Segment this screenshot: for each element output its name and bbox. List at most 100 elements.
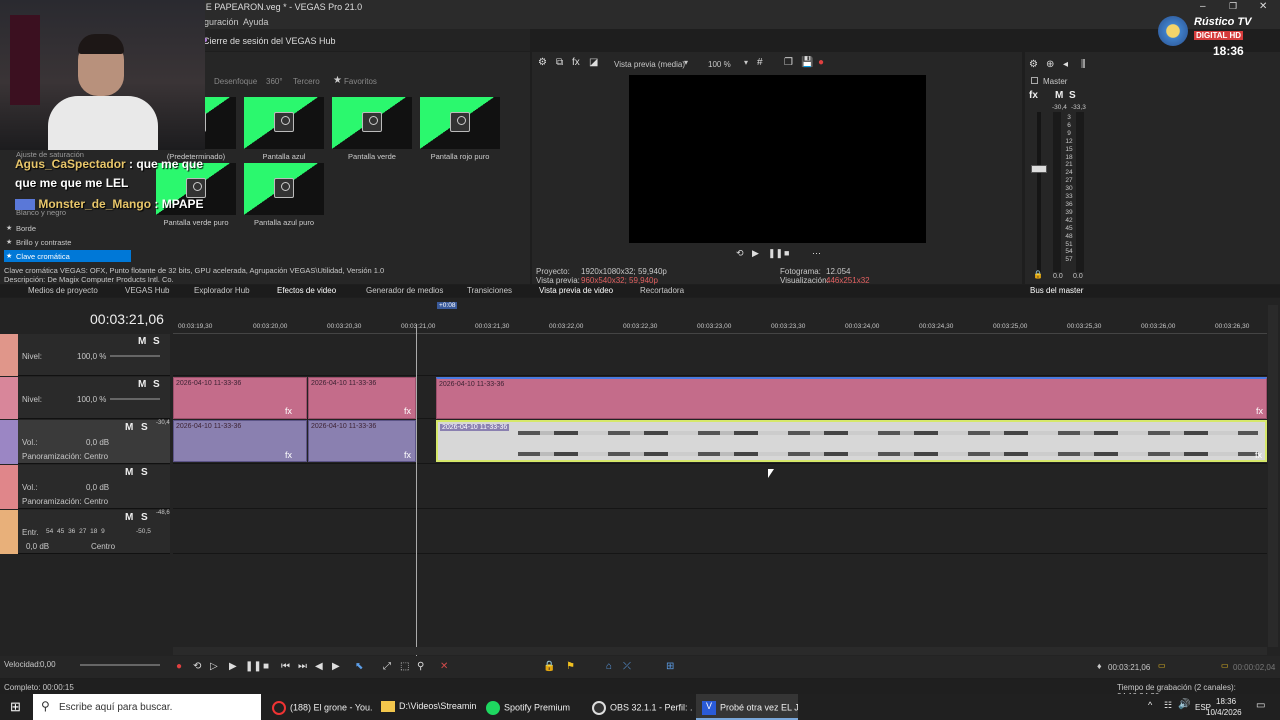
save-snapshot-icon[interactable]: 💾 (801, 57, 813, 68)
tab-explorador-hub[interactable]: Explorador Hub (194, 286, 250, 295)
taskbar-app-obs[interactable]: OBS 32.1.1 - Perfil: ... (586, 694, 692, 720)
next-frame-button[interactable]: ▶ (332, 661, 340, 672)
more-icon[interactable]: ⋯ (812, 248, 821, 259)
audio-clip-selected[interactable]: 2026-04-10 11-33-36 fx (436, 420, 1267, 462)
mute-button[interactable]: M (138, 379, 146, 390)
play-icon[interactable]: ▶ (752, 248, 759, 259)
master-fader-knob[interactable] (1031, 165, 1047, 173)
windows-start-icon[interactable]: ⊞ (10, 699, 21, 715)
tab-recortadora[interactable]: Recortadora (640, 286, 684, 295)
taskbar-date[interactable]: 10/4/2026 (1206, 708, 1242, 717)
tab-transiciones[interactable]: Transiciones (467, 286, 512, 295)
fx-icon[interactable]: fx (1029, 90, 1038, 101)
hub-logout-link[interactable]: Cierre de sesión del VEGAS Hub (203, 36, 336, 46)
fx-chain-icon[interactable]: ⊕ (1046, 59, 1054, 70)
ripple-icon[interactable]: ⊞ (666, 661, 674, 672)
solo-button[interactable]: S (153, 336, 160, 347)
play-from-start-button[interactable]: ▷ (210, 661, 218, 672)
properties-gear-icon[interactable]: ⚙ (538, 57, 547, 68)
go-start-button[interactable]: ⏮ (281, 661, 290, 672)
preset-pantalla-rojo-puro[interactable] (420, 97, 500, 149)
taskbar-app-explorer[interactable]: D:\Videos\Streamin... (375, 694, 477, 720)
solo-button[interactable]: S (153, 379, 160, 390)
mixer-icon[interactable]: ⫼ (1081, 59, 1086, 70)
taskbar-app-vegas[interactable]: V Probé otra vez EL J... (696, 694, 798, 720)
list-item[interactable]: Borde (16, 224, 36, 233)
video-clip-selected[interactable]: 2026-04-10 11-33-36 fx (436, 377, 1267, 419)
fx-icon[interactable]: fx (404, 450, 411, 460)
preset-pantalla-verde[interactable] (332, 97, 412, 149)
external-monitor-icon[interactable]: ⧉ (556, 57, 563, 68)
auto-crossfade-icon[interactable]: ⤫ (623, 661, 631, 672)
taskbar-app-opera[interactable]: (188) El grone - You... (266, 694, 372, 720)
tab-efectos-video[interactable]: Efectos de video (277, 286, 336, 295)
go-end-button[interactable]: ⏭ (298, 661, 307, 672)
tab-bus-master[interactable]: Bus del master (1030, 286, 1083, 295)
fx-icon[interactable]: fx (404, 406, 411, 416)
fx-icon[interactable]: fx (285, 406, 292, 416)
selection-tool-icon[interactable]: ⬚ (400, 661, 409, 672)
track-header-audio-1[interactable]: M S Vol.: 0,0 dB Panoramización: Centro … (0, 420, 170, 464)
tray-chevron-icon[interactable]: ^ (1148, 700, 1152, 710)
split-screen-icon[interactable]: ◪ (589, 57, 598, 68)
mute-button[interactable]: M (125, 467, 133, 478)
audio-clip[interactable]: 2026-04-10 11-33-36 fx (308, 420, 416, 462)
list-item[interactable]: Brillo y contraste (16, 238, 71, 247)
fx-icon[interactable]: fx (1255, 450, 1262, 460)
grid-icon[interactable]: # (757, 57, 763, 68)
snapping-icon[interactable]: ⌂ (606, 661, 612, 672)
audio-clip[interactable]: 2026-04-10 11-33-36 fx (173, 420, 307, 462)
video-clip[interactable]: 2026-04-10 11-33-36 fx (308, 377, 416, 419)
vertical-scrollbar[interactable] (1268, 305, 1278, 647)
track-header-video-1[interactable]: M S Nivel: 100,0 % (0, 334, 170, 376)
video-clip[interactable]: 2026-04-10 11-33-36 fx (173, 377, 307, 419)
tab-medios-proyecto[interactable]: Medios de proyecto (28, 286, 98, 295)
master-mute[interactable]: M (1055, 90, 1063, 101)
stop-button[interactable]: ■ (263, 661, 269, 672)
notification-icon[interactable]: ▭ (1256, 700, 1265, 711)
envelope-tool-icon[interactable]: ⤢ (383, 661, 391, 672)
tab-tercero[interactable]: Tercero (293, 77, 320, 86)
mute-button[interactable]: M (138, 336, 146, 347)
solo-button[interactable]: S (141, 512, 148, 523)
lock-icon[interactable]: 🔒 (1033, 270, 1043, 279)
fx-icon[interactable]: fx (572, 57, 580, 68)
level-slider[interactable] (110, 398, 160, 400)
minimize-icon[interactable]: – (1200, 1, 1206, 12)
solo-button[interactable]: S (141, 422, 148, 433)
restore-icon[interactable]: ❐ (1229, 1, 1237, 12)
mute-button[interactable]: M (125, 422, 133, 433)
preview-quality-select[interactable]: Vista previa (media) (614, 60, 685, 69)
marker-icon[interactable]: ⚑ (566, 661, 575, 672)
menu-item-configuracion[interactable]: guración (204, 17, 239, 27)
zoom-select[interactable]: 100 % (708, 60, 731, 69)
menu-item-ayuda[interactable]: Ayuda (243, 17, 268, 27)
tab-generador-medios[interactable]: Generador de medios (366, 286, 443, 295)
close-icon[interactable]: ✕ (1259, 1, 1267, 12)
speed-slider[interactable] (80, 664, 160, 666)
mute-button[interactable]: M (125, 512, 133, 523)
preset-pantalla-azul[interactable] (244, 97, 324, 149)
pause-button[interactable]: ❚❚ (245, 661, 262, 672)
copy-snapshot-icon[interactable]: ❐ (784, 57, 793, 68)
record-icon[interactable]: ● (818, 57, 824, 68)
prev-frame-button[interactable]: ◀ (315, 661, 323, 672)
downmix-icon[interactable]: ◂ (1063, 59, 1068, 70)
tab-vegas-hub[interactable]: VEGAS Hub (125, 286, 169, 295)
loop-button[interactable]: ⟲ (193, 661, 201, 672)
tab-favoritos[interactable]: Favoritos (344, 77, 377, 86)
zoom-tool-icon[interactable]: ⚲ (417, 661, 424, 672)
lock-icon[interactable]: 🔒 (543, 661, 555, 672)
pause-icon[interactable]: ❚❚ (768, 248, 783, 259)
tab-vista-previa[interactable]: Vista previa de video (539, 286, 613, 295)
master-checkbox[interactable] (1031, 77, 1038, 84)
track-header-video-2[interactable]: M S Nivel: 100,0 % (0, 377, 170, 419)
track-header-audio-3[interactable]: M S Entr. 54 45 36 27 18 9 -50,5 0,0 dB … (0, 510, 170, 554)
taskbar-app-spotify[interactable]: Spotify Premium (480, 694, 582, 720)
tab-desenfoque[interactable]: Desenfoque (214, 77, 257, 86)
solo-button[interactable]: S (141, 467, 148, 478)
network-icon[interactable]: ☷ (1164, 700, 1172, 711)
loop-icon[interactable]: ⟲ (736, 248, 744, 259)
taskbar-search-box[interactable]: ⚲ Escribe aquí para buscar. (33, 694, 261, 720)
fx-icon[interactable]: fx (285, 450, 292, 460)
